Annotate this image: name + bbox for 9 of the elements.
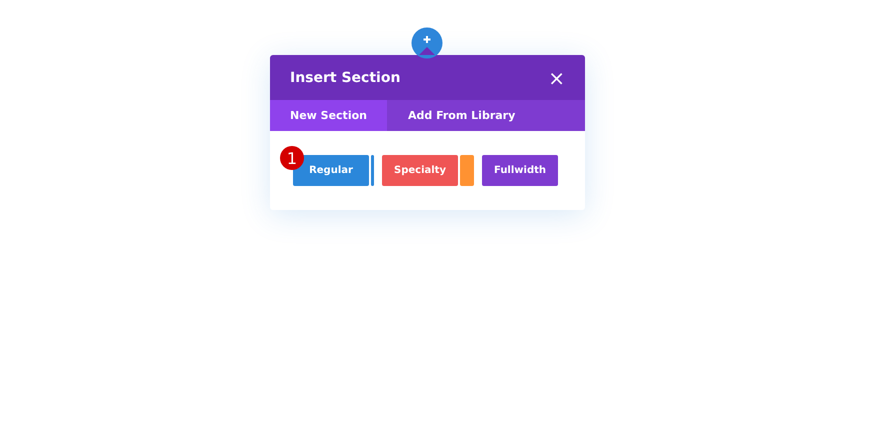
modal-title: Insert Section xyxy=(290,70,400,86)
section-type-button[interactable]: Regular xyxy=(293,155,369,186)
add-section-icon[interactable] xyxy=(411,27,443,59)
tab[interactable]: New Section xyxy=(270,100,387,131)
tab[interactable]: Add From Library xyxy=(386,100,536,131)
section-type-button[interactable]: Specialty xyxy=(382,155,458,186)
section-type-button[interactable]: Fullwidth xyxy=(482,155,558,186)
step-badge: 1 xyxy=(280,146,304,170)
close-button[interactable]: × xyxy=(548,68,565,88)
